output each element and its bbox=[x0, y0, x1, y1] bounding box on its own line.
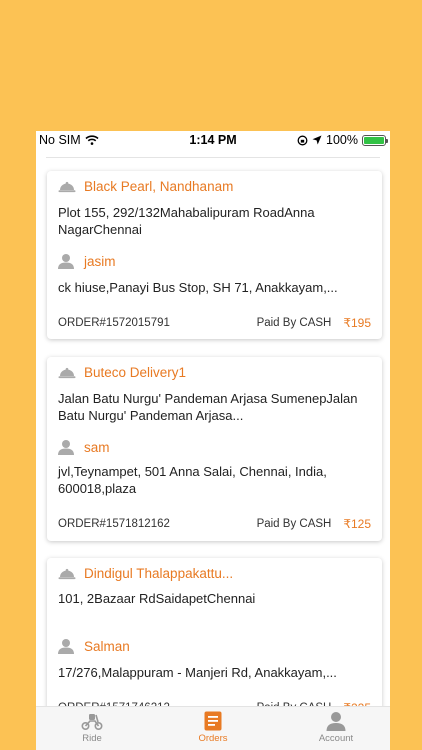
phone-screen: No SIM 1:14 PM 100% Black Pearl, Nandhan… bbox=[36, 131, 390, 750]
order-number: ORDER#1571812162 bbox=[58, 518, 170, 530]
order-footer: ORDER#1571812162 Paid By CASH ₹125 bbox=[58, 517, 371, 531]
tab-account-label: Account bbox=[318, 733, 354, 744]
order-card[interactable]: Black Pearl, Nandhanam Plot 155, 292/132… bbox=[47, 171, 382, 339]
orders-list-icon bbox=[204, 711, 222, 731]
order-number: ORDER#1572015791 bbox=[58, 317, 170, 329]
order-card[interactable]: Buteco Delivery1 Jalan Batu Nurgu' Pande… bbox=[47, 357, 382, 541]
user-icon bbox=[58, 254, 74, 269]
customer-row: Salman bbox=[58, 638, 130, 654]
restaurant-name: Black Pearl, Nandhanam bbox=[84, 179, 234, 194]
customer-row: sam bbox=[58, 439, 110, 455]
bottom-tab-bar: Ride Orders Account bbox=[36, 706, 390, 750]
tab-orders-label: Orders bbox=[198, 733, 228, 744]
drop-address: 17/276,Malappuram - Manjeri Rd, Anakkaya… bbox=[58, 665, 337, 680]
customer-name: sam bbox=[84, 439, 110, 455]
tab-ride[interactable]: Ride bbox=[52, 711, 132, 744]
user-icon bbox=[58, 639, 74, 654]
location-arrow-icon bbox=[312, 135, 322, 145]
restaurant-row: Buteco Delivery1 bbox=[58, 365, 186, 380]
payment-method: Paid By CASH bbox=[256, 317, 332, 329]
order-amount: ₹125 bbox=[343, 517, 371, 531]
customer-name: Salman bbox=[84, 638, 130, 654]
tab-orders[interactable]: Orders bbox=[173, 711, 253, 744]
payment-method: Paid By CASH bbox=[256, 518, 332, 530]
account-icon bbox=[326, 712, 346, 731]
user-icon bbox=[58, 440, 74, 455]
customer-row: jasim bbox=[58, 253, 116, 269]
battery-percent: 100% bbox=[326, 133, 358, 147]
tab-account[interactable]: Account bbox=[296, 711, 376, 744]
restaurant-row: Black Pearl, Nandhanam bbox=[58, 179, 233, 194]
restaurant-name: Buteco Delivery1 bbox=[84, 365, 187, 380]
restaurant-name: Dindigul Thalappakattu... bbox=[84, 566, 234, 581]
order-card[interactable]: Dindigul Thalappakattu... 101, 2Bazaar R… bbox=[47, 558, 382, 726]
list-top-divider bbox=[46, 157, 380, 158]
drop-address: jvl,Teynampet, 501 Anna Salai, Chennai, … bbox=[58, 464, 327, 496]
pickup-address: 101, 2Bazaar RdSaidapetChennai bbox=[58, 591, 256, 606]
cloche-icon bbox=[58, 367, 76, 378]
pickup-address: Jalan Batu Nurgu' Pandeman Arjasa Sumene… bbox=[58, 391, 358, 423]
pickup-address: Plot 155, 292/132Mahabalipuram RoadAnna … bbox=[58, 205, 315, 237]
status-right: 100% bbox=[297, 133, 388, 147]
rotation-lock-icon bbox=[297, 135, 308, 145]
tab-ride-label: Ride bbox=[82, 733, 102, 744]
cloche-icon bbox=[58, 181, 76, 192]
restaurant-row: Dindigul Thalappakattu... bbox=[58, 566, 233, 581]
cloche-icon bbox=[58, 568, 76, 579]
battery-icon bbox=[362, 134, 388, 146]
scooter-icon bbox=[81, 714, 103, 731]
customer-name: jasim bbox=[84, 253, 116, 269]
drop-address: ck hiuse,Panayi Bus Stop, SH 71, Anakkay… bbox=[58, 280, 338, 295]
order-amount: ₹195 bbox=[343, 316, 371, 330]
status-bar: No SIM 1:14 PM 100% bbox=[36, 131, 390, 149]
order-footer: ORDER#1572015791 Paid By CASH ₹195 bbox=[58, 316, 371, 330]
